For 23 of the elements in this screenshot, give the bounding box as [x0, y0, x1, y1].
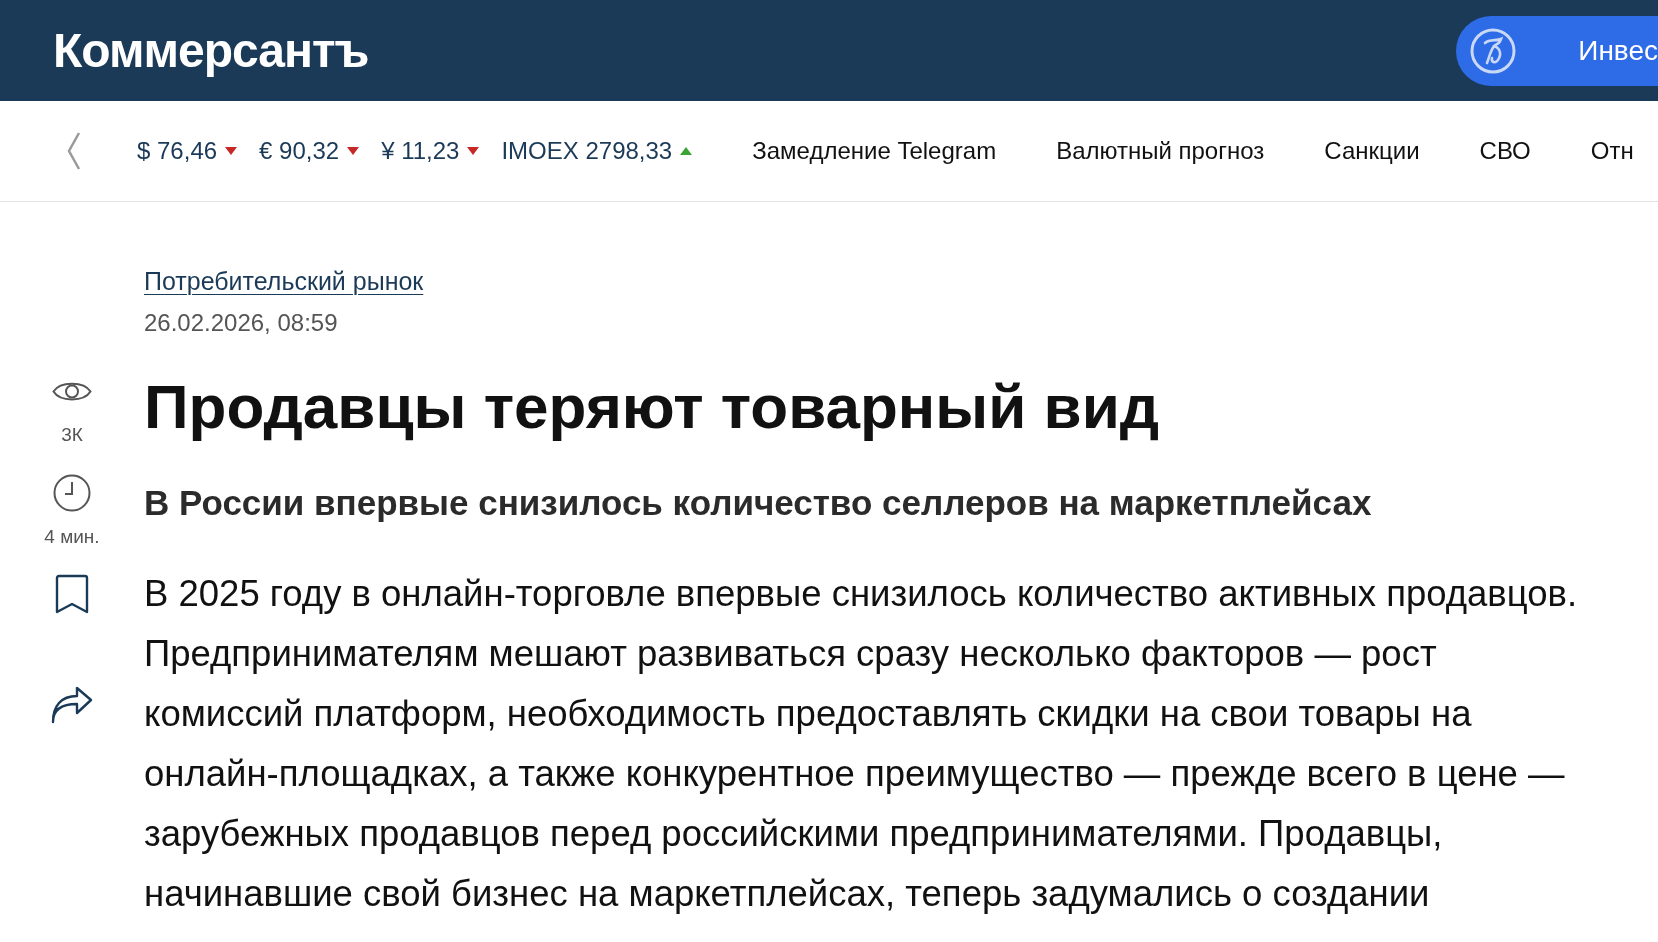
publish-date: 26.02.2026, 08:59	[144, 308, 338, 338]
promo-button[interactable]: Инвес	[1456, 15, 1658, 86]
currency-rate-link[interactable]: $ 76,46	[137, 133, 238, 169]
views-count: 3К	[61, 423, 83, 447]
currency-rate-link[interactable]: ¥ 11,23	[381, 133, 480, 169]
clock-icon	[53, 474, 91, 512]
rubric-link[interactable]: Потребительский рынок	[144, 266, 424, 296]
bookmark-icon[interactable]	[54, 574, 90, 614]
currency-rate-link[interactable]: IMOEX 2798,33	[501, 133, 693, 169]
topic-link[interactable]: Валютный прогноз	[1056, 133, 1265, 169]
emblem-icon	[1470, 27, 1517, 74]
article-subtitle: В России впервые снизилось количество селлеров на маркетплейсах	[144, 483, 1372, 523]
topic-link[interactable]: Отн	[1590, 133, 1634, 169]
article-title: Продавцы теряют товарный вид	[144, 371, 1160, 443]
chevron-left-icon[interactable]	[67, 132, 81, 170]
topic-link[interactable]: СВО	[1479, 133, 1531, 169]
currency-rate-link[interactable]: € 90,32	[259, 133, 360, 169]
article-lead-paragraph: В 2025 году в онлайн-торговле впервые снизилось количество активных продавцов. Предпринимателям мешают развиваться сразу несколько факторов — рост комиссий платформ, необходимость предоставлять скидки на свои товары на онлайн-площадках, а также конкурентное преимущество — прежде всего в цене — зарубежных продавцов перед российскими предпринимателями. Продавцы, начинавшие свой бизнес на маркетплейсах, теперь задумались о создании	[144, 572, 1578, 916]
topic-link[interactable]: Санкции	[1324, 133, 1420, 169]
read-time: 4 мин.	[44, 525, 100, 549]
share-icon[interactable]	[51, 686, 93, 724]
topic-link[interactable]: Замедление Telegram	[752, 133, 997, 169]
site-logo[interactable]: Коммерсантъ	[53, 26, 369, 75]
